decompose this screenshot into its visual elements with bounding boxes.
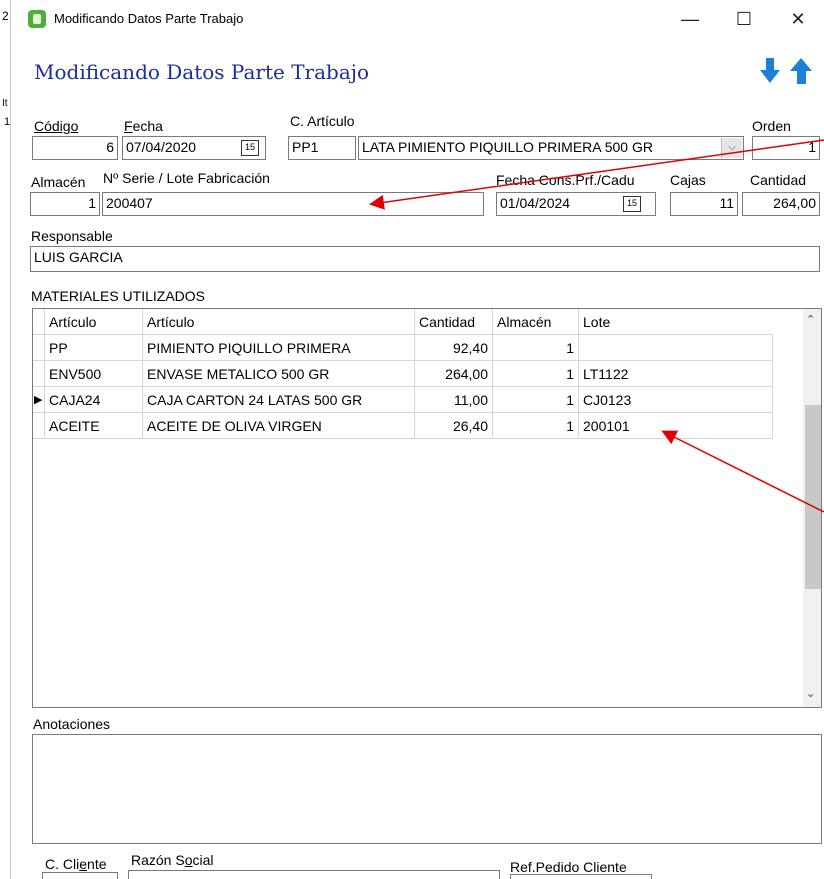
c-cliente-field[interactable] xyxy=(42,872,118,879)
table-row[interactable]: ▶ CAJA24 CAJA CARTON 24 LATAS 500 GR 11,… xyxy=(33,387,773,413)
cell-lote[interactable]: LT1122 xyxy=(579,361,773,387)
razon-social-label: Razón Social xyxy=(131,852,214,868)
c-cliente-label: C. Cliente xyxy=(45,856,107,872)
cajas-label: Cajas xyxy=(670,172,706,188)
materiales-label: MATERIALES UTILIZADOS xyxy=(31,288,205,304)
codigo-label: Código xyxy=(34,118,79,134)
table-row[interactable]: ENV500 ENVASE METALICO 500 GR 264,00 1 L… xyxy=(33,361,773,387)
ref-pedido-label: Ref.Pedido Cliente xyxy=(510,859,627,875)
cell-articulo-desc[interactable]: PIMIENTO PIQUILLO PRIMERA xyxy=(143,335,415,361)
anotaciones-label: Anotaciones xyxy=(33,716,111,732)
maximize-button[interactable]: ☐ xyxy=(724,8,764,30)
arrow-down-icon[interactable] xyxy=(760,58,780,83)
fecha-label: Fecha xyxy=(124,118,163,134)
orden-field[interactable]: 1 xyxy=(752,136,820,160)
table-row[interactable]: ACEITE ACEITE DE OLIVA VIRGEN 26,40 1 20… xyxy=(33,413,773,439)
minimize-button[interactable]: — xyxy=(670,8,710,30)
fecha-value: 07/04/2020 xyxy=(126,139,197,155)
cell-lote[interactable]: 200101 xyxy=(579,413,773,439)
almacen-field[interactable]: 1 xyxy=(30,192,100,216)
chevron-down-icon[interactable]: ⌄ xyxy=(806,687,815,700)
cantidad-label: Cantidad xyxy=(750,172,807,188)
cell-cantidad[interactable]: 92,40 xyxy=(415,335,493,361)
background-edge-text: 2 xyxy=(2,9,9,23)
column-header-almacen[interactable]: Almacén xyxy=(493,309,579,335)
row-indicator xyxy=(33,361,45,387)
table-row[interactable]: PP PIMIENTO PIQUILLO PRIMERA 92,40 1 xyxy=(33,335,773,361)
chevron-down-icon[interactable]: ⌵ xyxy=(721,138,742,158)
cell-articulo-desc[interactable]: ENVASE METALICO 500 GR xyxy=(143,361,415,387)
almacen-label: Almacén xyxy=(31,174,86,190)
column-header-articulo-code[interactable]: Artículo xyxy=(45,309,143,335)
current-row-indicator-icon: ▶ xyxy=(33,387,45,413)
serie-field[interactable]: 200407 xyxy=(102,192,484,216)
anotaciones-textarea[interactable] xyxy=(32,734,822,844)
cell-cantidad[interactable]: 264,00 xyxy=(415,361,493,387)
background-edge-text: 1 xyxy=(4,116,11,128)
cajas-field[interactable]: 11 xyxy=(670,192,738,216)
responsable-label: Responsable xyxy=(31,228,113,244)
fecha-cons-value: 01/04/2024 xyxy=(500,195,571,211)
column-header-articulo-desc[interactable]: Artículo xyxy=(143,309,415,335)
articulo-select-value: LATA PIMIENTO PIQUILLO PRIMERA 500 GR xyxy=(362,139,653,155)
cell-almacen[interactable]: 1 xyxy=(493,387,579,413)
cell-articulo-code[interactable]: ACEITE xyxy=(45,413,143,439)
calendar-icon[interactable]: 15 xyxy=(623,196,641,212)
row-indicator-header xyxy=(33,309,45,335)
window-titlebar[interactable]: Modificando Datos Parte Trabajo — ☐ ✕ xyxy=(22,0,824,38)
articulo-select[interactable]: LATA PIMIENTO PIQUILLO PRIMERA 500 GR ⌵ xyxy=(358,136,744,160)
orden-label: Orden xyxy=(752,118,791,134)
scrollbar-thumb[interactable] xyxy=(805,405,821,589)
column-header-cantidad[interactable]: Cantidad xyxy=(415,309,493,335)
window-title: Modificando Datos Parte Trabajo xyxy=(54,11,244,26)
close-button[interactable]: ✕ xyxy=(778,8,818,30)
navigation-arrows xyxy=(760,58,812,84)
table-scrollbar[interactable]: ⌃ ⌄ xyxy=(803,309,821,707)
cell-almacen[interactable]: 1 xyxy=(493,361,579,387)
app-icon xyxy=(28,10,46,28)
cell-articulo-code[interactable]: CAJA24 xyxy=(45,387,143,413)
serie-label: Nº Serie / Lote Fabricación xyxy=(103,170,270,186)
cell-articulo-desc[interactable]: ACEITE DE OLIVA VIRGEN xyxy=(143,413,415,439)
arrow-up-icon[interactable] xyxy=(790,58,812,84)
cell-articulo-code[interactable]: PP xyxy=(45,335,143,361)
cell-almacen[interactable]: 1 xyxy=(493,335,579,361)
cell-articulo-desc[interactable]: CAJA CARTON 24 LATAS 500 GR xyxy=(143,387,415,413)
cell-cantidad[interactable]: 11,00 xyxy=(415,387,493,413)
form-title: Modificando Datos Parte Trabajo xyxy=(34,60,369,84)
column-header-lote[interactable]: Lote xyxy=(579,309,773,335)
cell-lote[interactable] xyxy=(579,335,773,361)
table-header: Artículo Artículo Cantidad Almacén Lote xyxy=(33,309,773,335)
cell-lote[interactable]: CJ0123 xyxy=(579,387,773,413)
calendar-icon[interactable]: 15 xyxy=(241,140,259,156)
c-articulo-field[interactable]: PP1 xyxy=(288,136,356,160)
codigo-field[interactable]: 6 xyxy=(32,136,118,160)
cell-cantidad[interactable]: 26,40 xyxy=(415,413,493,439)
razon-social-select[interactable] xyxy=(128,870,500,879)
responsable-field[interactable]: LUIS GARCIA xyxy=(30,246,820,272)
fecha-field[interactable]: 07/04/2020 15 xyxy=(122,136,266,160)
fecha-cons-label: Fecha Cons.Prf./Cadu xyxy=(496,172,635,188)
fecha-cons-field[interactable]: 01/04/2024 15 xyxy=(496,192,656,216)
chevron-up-icon[interactable]: ⌃ xyxy=(806,313,815,326)
row-indicator xyxy=(33,413,45,439)
cantidad-field[interactable]: 264,00 xyxy=(742,192,820,216)
background-window-edge xyxy=(0,0,11,879)
ref-pedido-field[interactable] xyxy=(510,874,652,879)
background-edge-text: It xyxy=(2,98,8,109)
c-articulo-label: C. Artículo xyxy=(290,113,355,129)
row-indicator xyxy=(33,335,45,361)
cell-articulo-code[interactable]: ENV500 xyxy=(45,361,143,387)
cell-almacen[interactable]: 1 xyxy=(493,413,579,439)
materiales-table[interactable]: Artículo Artículo Cantidad Almacén Lote … xyxy=(32,308,822,708)
